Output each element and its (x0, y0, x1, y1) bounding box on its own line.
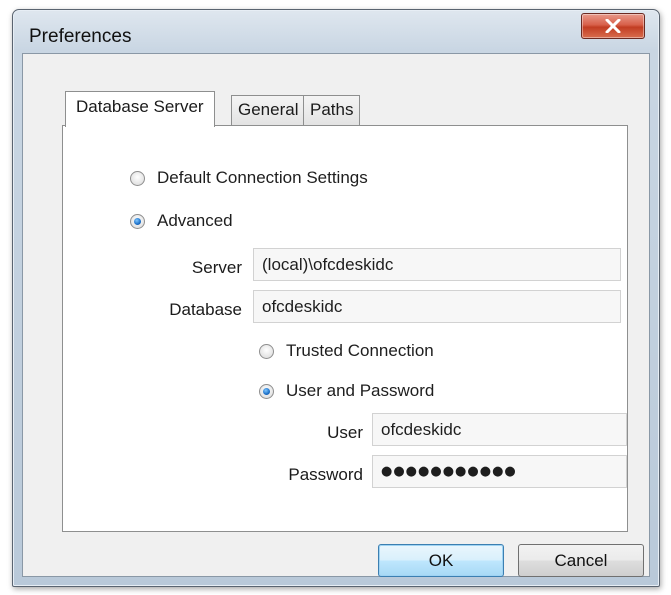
trusted-connection-label: Trusted Connection (286, 341, 434, 360)
default-connection-label: Default Connection Settings (157, 168, 368, 187)
password-input[interactable]: ●●●●●●●●●●● (372, 455, 627, 488)
server-input[interactable]: (local)\ofcdeskidc (253, 248, 621, 281)
trusted-connection-radio[interactable] (259, 343, 274, 359)
trusted-connection-option[interactable]: Trusted Connection (259, 341, 434, 361)
advanced-option[interactable]: Advanced (130, 211, 233, 231)
default-connection-radio[interactable] (130, 170, 145, 186)
window-title: Preferences (29, 26, 132, 47)
user-label: User (327, 423, 363, 442)
database-label: Database (169, 300, 242, 319)
password-label: Password (288, 465, 363, 484)
default-connection-option[interactable]: Default Connection Settings (130, 168, 368, 188)
close-icon (605, 19, 621, 33)
preferences-dialog: Preferences Database Server General Path… (12, 9, 660, 587)
user-input[interactable]: ofcdeskidc (372, 413, 627, 446)
user-password-radio[interactable] (259, 383, 274, 399)
tab-general[interactable]: General (231, 95, 306, 125)
ok-button[interactable]: OK (378, 544, 504, 577)
server-label: Server (191, 258, 242, 277)
radio-selected-dot (134, 217, 141, 225)
dialog-client-area: Database Server General Paths Default Co… (22, 53, 650, 577)
advanced-label: Advanced (157, 211, 233, 230)
tab-database-server[interactable]: Database Server (65, 91, 215, 127)
cancel-button[interactable]: Cancel (518, 544, 644, 577)
database-input[interactable]: ofcdeskidc (253, 290, 621, 323)
radio-selected-dot (263, 387, 270, 395)
close-button[interactable] (581, 13, 645, 39)
user-password-option[interactable]: User and Password (259, 381, 434, 401)
user-password-label: User and Password (286, 381, 435, 400)
tab-paths[interactable]: Paths (303, 95, 361, 125)
database-server-panel: Default Connection Settings Advanced Ser… (62, 125, 628, 532)
advanced-radio[interactable] (130, 213, 145, 229)
